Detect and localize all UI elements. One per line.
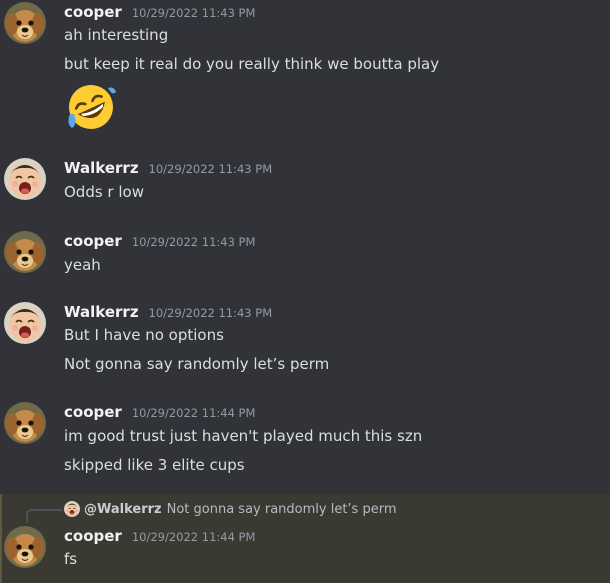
- username[interactable]: cooper: [64, 403, 122, 421]
- laughing-child-avatar-icon: [4, 158, 46, 200]
- username[interactable]: Walkerrz: [64, 159, 139, 177]
- avatar[interactable]: [4, 526, 46, 568]
- avatar[interactable]: [4, 158, 46, 200]
- reply-avatar: [64, 501, 80, 517]
- message-text: ah interesting: [64, 26, 169, 44]
- laughing-child-avatar-icon: [64, 501, 80, 517]
- username[interactable]: Walkerrz: [64, 303, 139, 321]
- laughing-child-avatar-icon: [4, 302, 46, 344]
- chat-messages: cooper 10/29/2022 11:43 PM ah interestin…: [0, 0, 610, 583]
- dog-avatar-icon: [4, 402, 46, 444]
- dog-avatar-icon: [4, 2, 46, 44]
- message-text: But I have no options: [64, 326, 224, 344]
- timestamp: 10/29/2022 11:44 PM: [131, 406, 256, 420]
- message-header: cooper 10/29/2022 11:44 PM: [64, 403, 255, 425]
- username[interactable]: cooper: [64, 527, 122, 545]
- dog-avatar-icon: [4, 526, 46, 568]
- message-header: cooper 10/29/2022 11:43 PM: [64, 232, 255, 254]
- message-header: cooper 10/29/2022 11:44 PM: [64, 527, 255, 549]
- username[interactable]: cooper: [64, 3, 122, 21]
- timestamp: 10/29/2022 11:43 PM: [148, 306, 273, 320]
- timestamp: 10/29/2022 11:43 PM: [131, 6, 256, 20]
- reply-text[interactable]: Not gonna say randomly let’s perm: [167, 502, 397, 517]
- timestamp: 10/29/2022 11:43 PM: [131, 235, 256, 249]
- message-text: but keep it real do you really think we …: [64, 55, 440, 73]
- message-text: skipped like 3 elite cups: [64, 456, 245, 474]
- avatar[interactable]: [4, 302, 46, 344]
- message-text: im good trust just haven't played much t…: [64, 427, 423, 445]
- message-header: Walkerrz 10/29/2022 11:43 PM: [64, 159, 272, 181]
- message-text: Not gonna say randomly let’s perm: [64, 355, 330, 373]
- rolling-on-floor-laughing-emoji-icon[interactable]: [64, 80, 118, 134]
- message-text: yeah: [64, 256, 101, 274]
- reply-preview[interactable]: @Walkerrz Not gonna say randomly let’s p…: [64, 500, 397, 518]
- dog-avatar-icon: [4, 231, 46, 273]
- avatar[interactable]: [4, 2, 46, 44]
- reply-connector: [26, 509, 62, 523]
- timestamp: 10/29/2022 11:44 PM: [131, 530, 256, 544]
- message-text: fs: [64, 550, 78, 568]
- username[interactable]: cooper: [64, 232, 122, 250]
- highlight-bar: [0, 494, 2, 583]
- reply-mention[interactable]: @Walkerrz: [84, 502, 162, 517]
- message-header: Walkerrz 10/29/2022 11:43 PM: [64, 303, 272, 325]
- avatar[interactable]: [4, 231, 46, 273]
- message-text: Odds r low: [64, 183, 144, 201]
- message-header: cooper 10/29/2022 11:43 PM: [64, 3, 255, 25]
- timestamp: 10/29/2022 11:43 PM: [148, 162, 273, 176]
- avatar[interactable]: [4, 402, 46, 444]
